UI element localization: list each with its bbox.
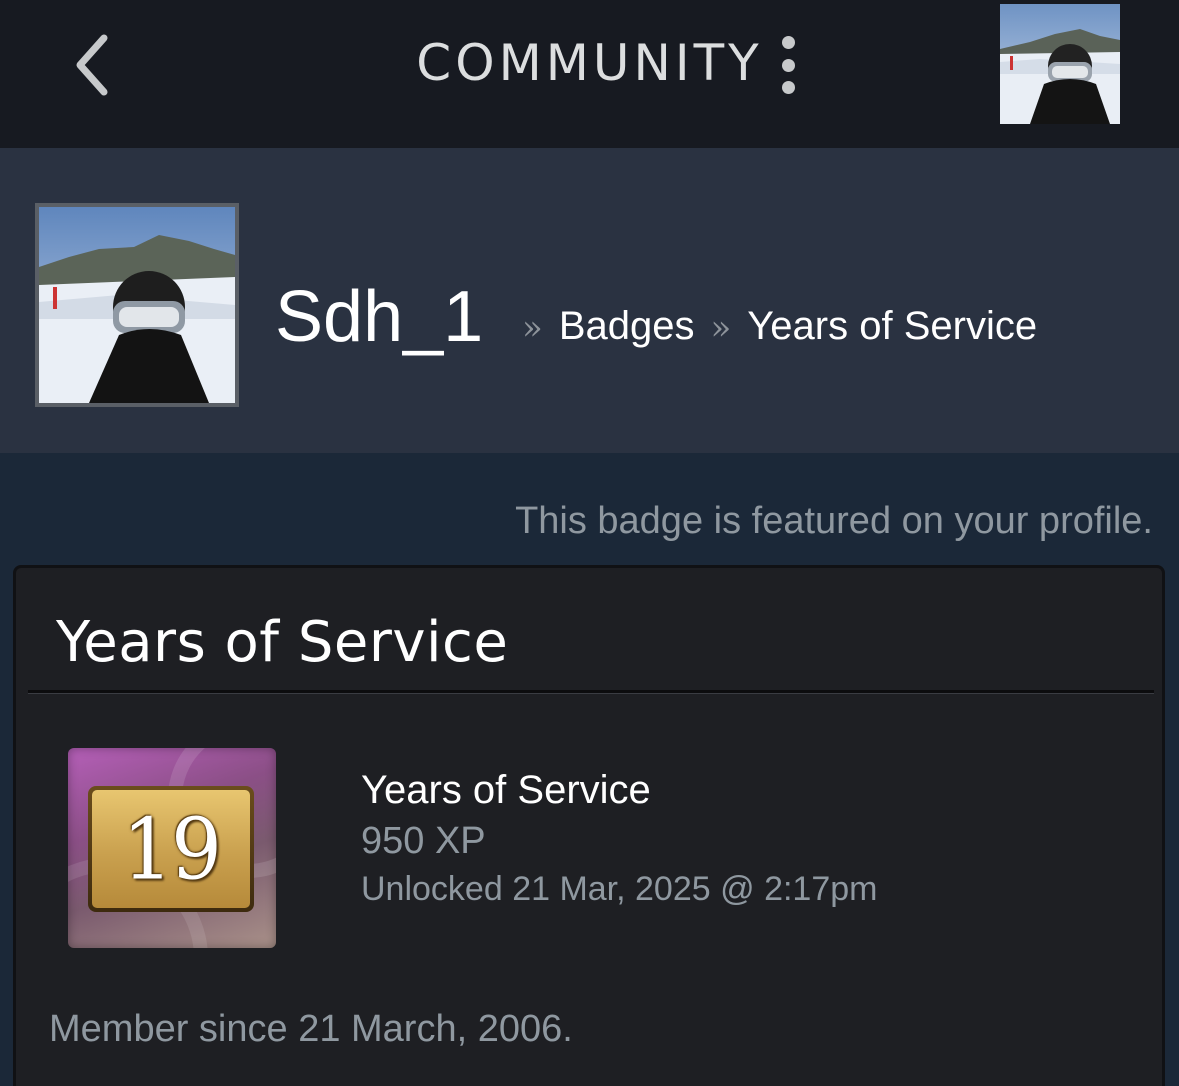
breadcrumb: » Badges » Years of Service	[522, 304, 1037, 349]
panel-title: Years of Service	[56, 610, 509, 675]
member-since: Member since 21 March, 2006.	[49, 1008, 573, 1050]
breadcrumb-separator: »	[710, 308, 732, 348]
divider	[28, 690, 1154, 694]
more-menu-button[interactable]	[772, 36, 804, 94]
breadcrumb-years-of-service: Years of Service	[747, 304, 1038, 348]
breadcrumb-separator: »	[522, 308, 543, 348]
badge-name: Years of Service	[361, 768, 651, 812]
badge-plate: 19	[88, 786, 254, 912]
top-bar: COMMUNITY	[0, 0, 1179, 148]
badge-xp: 950 XP	[361, 820, 486, 862]
years-of-service-badge-icon: 19	[68, 748, 276, 948]
profile-username[interactable]: Sdh_1	[275, 276, 483, 358]
user-avatar[interactable]	[1000, 4, 1120, 124]
badge-years-number: 19	[122, 800, 222, 898]
avatar-image	[1000, 4, 1120, 124]
badge-plate-inner: 19	[92, 790, 250, 908]
profile-avatar-image	[39, 207, 235, 403]
badge-panel: Years of Service 19 Years of Service 950…	[13, 565, 1165, 1086]
badge-unlocked-date: Unlocked 21 Mar, 2025 @ 2:17pm	[361, 870, 878, 908]
profile-header: Sdh_1 » Badges » Years of Service	[0, 148, 1179, 453]
menu-dot	[781, 58, 795, 72]
menu-dot	[781, 81, 795, 94]
breadcrumb-badges[interactable]: Badges	[559, 304, 695, 349]
more-vertical-icon	[781, 36, 795, 49]
profile-avatar[interactable]	[35, 203, 239, 407]
featured-note: This badge is featured on your profile.	[515, 500, 1153, 542]
